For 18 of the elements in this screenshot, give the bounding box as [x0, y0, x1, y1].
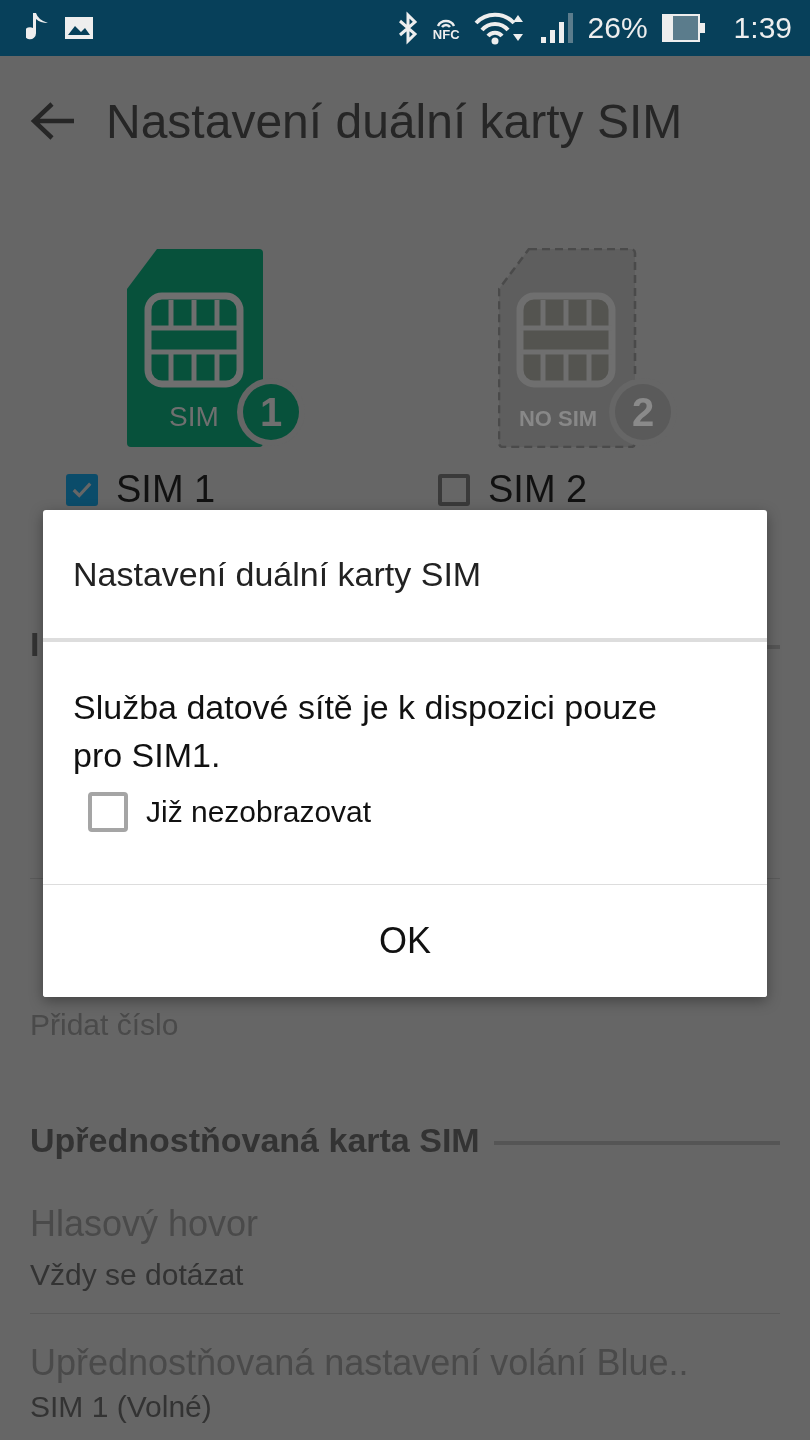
screen-title: Nastavení duální karty SIM	[106, 93, 683, 149]
clock: 1:39	[733, 11, 792, 45]
checkbox-label: Již nezobrazovat	[146, 795, 372, 829]
dialog-message: Služba datové sítě je k dispozici pouze pro SIM1.	[73, 687, 658, 776]
ok-button[interactable]: OK	[43, 885, 767, 997]
dialog-title: Nastavení duální karty SIM	[72, 553, 483, 595]
sim-checkbox[interactable]	[66, 473, 98, 506]
dont-show-checkbox[interactable]	[88, 792, 128, 832]
signal-icon	[539, 12, 574, 44]
sim-label: SIM 2	[488, 468, 588, 511]
sim-label: SIM 1	[116, 468, 216, 511]
wifi-icon	[473, 11, 526, 45]
battery-percentage: 26%	[587, 11, 648, 45]
battery-icon	[661, 14, 706, 42]
back-arrow-icon[interactable]	[30, 101, 76, 141]
bluetooth-icon	[396, 11, 419, 45]
sim-checkbox[interactable]	[438, 473, 470, 506]
image-icon	[64, 16, 94, 40]
